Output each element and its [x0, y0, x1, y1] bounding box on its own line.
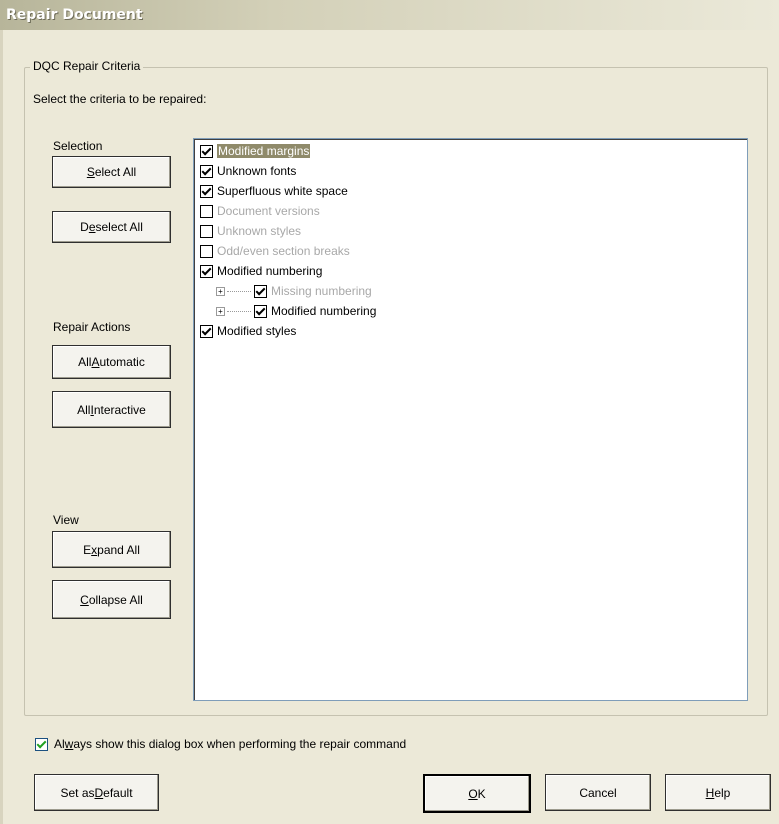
window-title: Repair Document	[6, 7, 143, 23]
deselect-all-mnemonic: e	[88, 220, 96, 234]
all-automatic-text-post: utomatic	[99, 355, 145, 369]
tree-item-label: Modified numbering	[217, 264, 323, 278]
collapse-all-button[interactable]: Collapse All	[52, 580, 171, 619]
deselect-all-button[interactable]: De select All	[52, 211, 171, 243]
cancel-text: Cancel	[579, 785, 617, 800]
cancel-button[interactable]: Cancel	[545, 774, 651, 811]
all-interactive-text-post: nteractive	[93, 402, 146, 417]
group-legend: DQC Repair Criteria	[30, 59, 144, 73]
ok-mnemonic: O	[468, 786, 478, 801]
tree-item-label: Odd/even section breaks	[217, 244, 350, 258]
checkbox[interactable]	[200, 204, 213, 218]
all-automatic-mnemonic: A	[91, 355, 100, 369]
set-as-default-button[interactable]: Set as Default	[34, 774, 159, 811]
deselect-all-text-pre: D	[80, 220, 89, 234]
tree-item-document-versions[interactable]: Document versions	[200, 202, 320, 220]
checkbox[interactable]	[200, 184, 213, 198]
help-text-post: elp	[714, 785, 731, 800]
selection-label: Selection	[53, 139, 103, 153]
tree-connector	[227, 310, 251, 312]
tree-item-label: Modified numbering	[271, 304, 377, 318]
expand-icon[interactable]: +	[216, 286, 225, 296]
collapse-all-text-post: ollapse All	[88, 592, 143, 607]
always-show-checkbox[interactable]	[35, 738, 48, 751]
help-mnemonic: H	[705, 785, 715, 800]
select-all-button[interactable]: Select All	[52, 156, 171, 188]
tree-connector	[227, 290, 251, 292]
checkbox[interactable]	[200, 324, 213, 338]
checkbox[interactable]	[200, 224, 213, 238]
tree-item-label: Missing numbering	[271, 284, 372, 298]
instruction-label: Select the criteria to be repaired:	[33, 92, 207, 106]
tree-item-modified-styles[interactable]: Modified styles	[200, 322, 296, 340]
expand-icon[interactable]: +	[216, 306, 225, 316]
checkbox[interactable]	[200, 264, 213, 278]
view-label: View	[53, 513, 79, 527]
checkbox[interactable]	[254, 284, 267, 298]
tree-item-label: Unknown styles	[217, 224, 302, 238]
tree-item-unknown-fonts[interactable]: Unknown fonts	[200, 162, 296, 180]
set-default-text-pre: Set as	[60, 785, 95, 800]
collapse-all-mnemonic: C	[80, 592, 89, 607]
deselect-all-text-post: select All	[95, 220, 143, 234]
select-all-mnemonic: S	[86, 165, 95, 179]
tree-item-modified-margins[interactable]: Modified margins	[200, 142, 311, 160]
checkbox[interactable]	[200, 144, 213, 158]
all-interactive-button[interactable]: All Interactive	[52, 391, 171, 428]
always-show-text-post: ays show this dialog box when performing…	[73, 737, 407, 751]
checkbox[interactable]	[200, 244, 213, 258]
select-all-text-post: elect All	[94, 165, 137, 179]
tree-item-odd-even-section-breaks[interactable]: Odd/even section breaks	[200, 242, 350, 260]
expand-all-button[interactable]: Ex pand All	[52, 531, 171, 568]
checkbox[interactable]	[200, 164, 213, 178]
repair-actions-label: Repair Actions	[53, 320, 131, 334]
expand-all-text-post: pand All	[97, 542, 140, 557]
window-frame-edge	[0, 30, 3, 824]
help-button[interactable]: Help	[665, 774, 771, 811]
always-show-text-pre: Al	[54, 737, 65, 751]
criteria-tree[interactable]: Modified margins Unknown fonts Superfluo…	[193, 138, 748, 701]
tree-item-label: Unknown fonts	[217, 164, 297, 178]
tree-item-unknown-styles[interactable]: Unknown styles	[200, 222, 301, 240]
set-default-mnemonic: D	[94, 785, 104, 800]
set-default-text-post: efault	[103, 785, 133, 800]
all-automatic-text-pre: All	[78, 355, 92, 369]
tree-item-modified-numbering-child[interactable]: + Modified numbering	[216, 302, 376, 320]
tree-item-label: Modified margins	[217, 144, 311, 158]
tree-item-missing-numbering[interactable]: + Missing numbering	[216, 282, 372, 300]
tree-item-label: Modified styles	[217, 324, 297, 338]
tree-item-label: Superfluous white space	[217, 184, 348, 198]
all-automatic-button[interactable]: All Automatic	[52, 345, 171, 379]
all-interactive-text-pre: All	[77, 402, 91, 417]
always-show-label[interactable]: Always show this dialog box when perform…	[54, 737, 406, 751]
ok-text-post: K	[477, 786, 486, 801]
checkbox[interactable]	[254, 304, 267, 318]
tree-item-label: Document versions	[217, 204, 320, 218]
expand-all-text-pre: E	[83, 542, 92, 557]
tree-item-modified-numbering[interactable]: Modified numbering	[200, 262, 322, 280]
title-bar[interactable]: Repair Document	[0, 0, 779, 30]
tree-item-superfluous-white-space[interactable]: Superfluous white space	[200, 182, 348, 200]
ok-button[interactable]: OK	[423, 774, 531, 813]
